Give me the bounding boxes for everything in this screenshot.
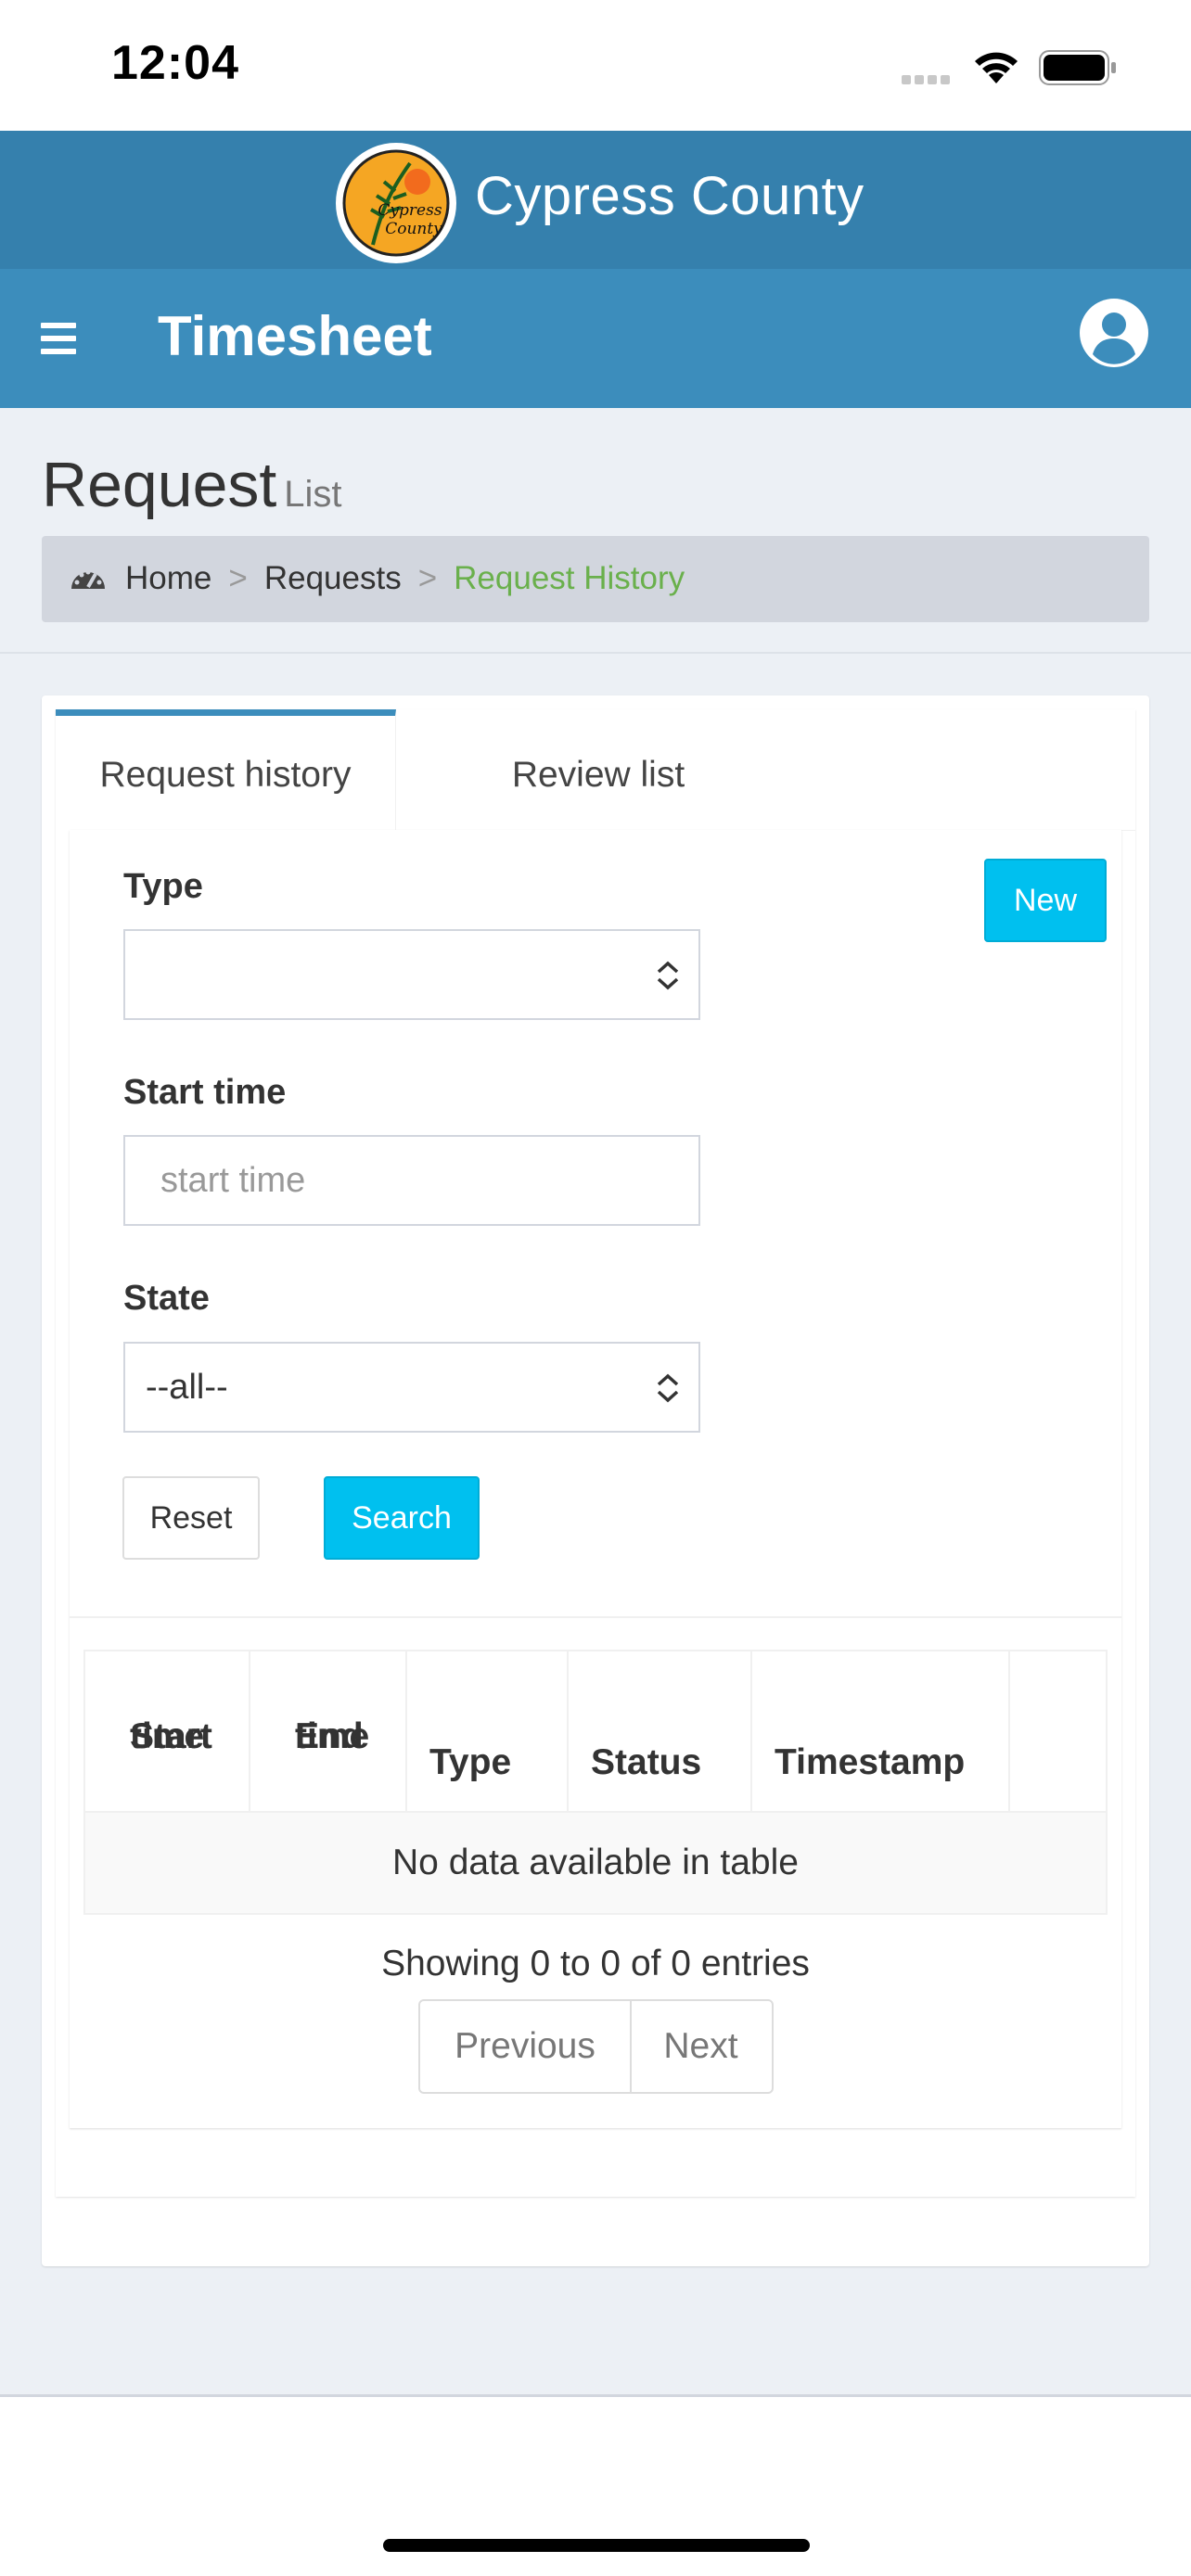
breadcrumb: Home > Requests > Request History — [42, 536, 1149, 622]
start-time-label: Start time — [123, 1073, 287, 1112]
column-header-end-time[interactable]: End time — [250, 1651, 407, 1811]
battery-icon — [1039, 50, 1116, 85]
page-title-text: Request — [42, 450, 277, 520]
home-indicator[interactable] — [383, 2539, 810, 2552]
start-time-input[interactable]: start time — [123, 1135, 700, 1226]
chevron-updown-icon — [657, 961, 679, 990]
dashboard-icon — [71, 569, 105, 589]
filters-divider — [70, 1616, 1121, 1618]
column-header-line: time — [295, 1716, 370, 1756]
page-title: Request List — [42, 449, 342, 521]
wifi-icon — [975, 52, 1018, 83]
county-logo: Cypress County — [336, 143, 456, 263]
column-header-type[interactable]: Type — [407, 1651, 569, 1811]
svg-text:County: County — [385, 220, 442, 238]
user-account-icon[interactable] — [1078, 297, 1150, 369]
table-info: Showing 0 to 0 of 0 entries — [381, 1944, 810, 1983]
next-page-button[interactable]: Next — [630, 2001, 772, 2092]
reset-button[interactable]: Reset — [122, 1476, 260, 1560]
start-time-placeholder: start time — [160, 1161, 306, 1200]
footer-divider — [0, 2394, 1191, 2397]
breadcrumb-requests[interactable]: Requests — [264, 560, 402, 596]
org-name: Cypress County — [475, 166, 864, 226]
breadcrumb-separator: > — [417, 560, 438, 596]
tab-review-list[interactable]: Review list — [427, 716, 770, 835]
type-label: Type — [123, 867, 203, 906]
header-divider — [0, 652, 1191, 654]
previous-page-button[interactable]: Previous — [420, 2001, 632, 2092]
breadcrumb-separator: > — [228, 560, 248, 596]
status-time: 12:04 — [111, 36, 239, 90]
state-select[interactable]: --all-- — [123, 1342, 700, 1433]
svg-text:Cypress: Cypress — [378, 201, 442, 220]
cellular-signal-icon — [902, 72, 954, 89]
tab-bar: Request history Review list — [56, 709, 1135, 835]
column-header-actions — [1010, 1651, 1106, 1811]
search-button[interactable]: Search — [324, 1476, 480, 1560]
page-subtitle: List — [284, 474, 342, 515]
requests-table: Start time End time Type Status Timestamp … — [83, 1650, 1108, 1915]
column-header-status[interactable]: Status — [569, 1651, 752, 1811]
tab-request-history[interactable]: Request history — [56, 709, 396, 835]
column-header-start-time[interactable]: Start time — [85, 1651, 250, 1811]
column-header-timestamp[interactable]: Timestamp — [752, 1651, 1010, 1811]
table-empty-row: No data available in table — [85, 1811, 1106, 1913]
type-select[interactable] — [123, 929, 700, 1020]
state-label: State — [123, 1279, 210, 1318]
state-select-value: --all-- — [146, 1368, 228, 1407]
pagination: Previous Next — [418, 1999, 774, 2094]
new-request-button[interactable]: New — [984, 859, 1107, 942]
status-bar: 12:04 — [0, 0, 1191, 131]
breadcrumb-home[interactable]: Home — [125, 560, 211, 596]
column-header-line: time — [130, 1716, 205, 1756]
app-title[interactable]: Timesheet — [158, 304, 432, 368]
menu-icon[interactable] — [41, 323, 76, 354]
breadcrumb-current: Request History — [454, 560, 685, 596]
chevron-updown-icon — [657, 1373, 679, 1403]
